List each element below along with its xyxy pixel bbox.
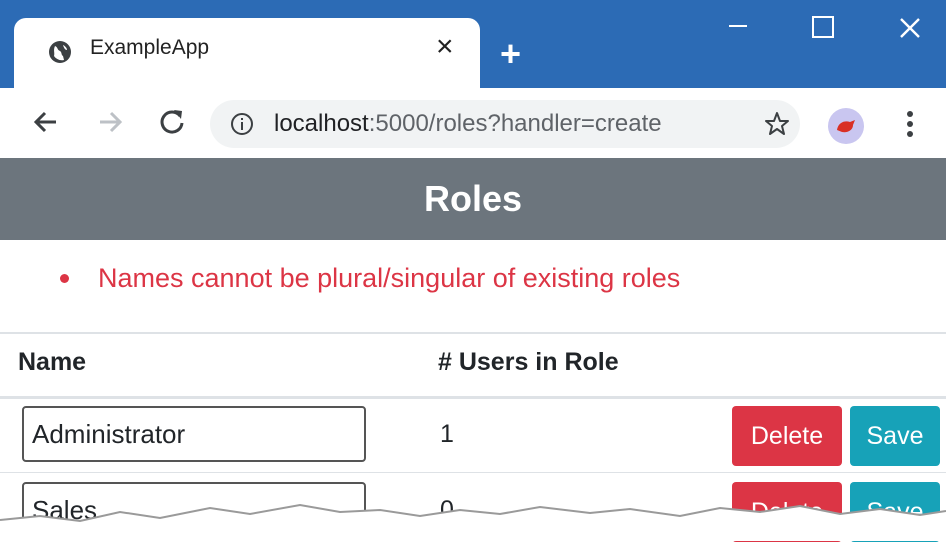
page-header: Roles <box>0 158 946 240</box>
minimize-button[interactable] <box>728 14 748 40</box>
profile-avatar[interactable] <box>828 108 864 144</box>
forward-arrow-icon[interactable] <box>94 106 126 138</box>
bird-avatar-icon <box>837 120 855 133</box>
divider <box>0 332 946 334</box>
new-tab-button[interactable]: + <box>500 36 521 72</box>
browser-toolbar: localhost:5000/roles?handler=create <box>0 88 946 159</box>
reload-icon[interactable] <box>156 106 188 138</box>
table-header-divider <box>0 396 946 399</box>
browser-tab[interactable]: ExampleApp × <box>14 18 480 88</box>
row-divider <box>0 472 946 473</box>
torn-edge-decoration <box>0 503 946 541</box>
validation-error: Names cannot be plural/singular of exist… <box>60 258 680 298</box>
more-menu-icon[interactable] <box>900 108 920 140</box>
close-icon <box>900 18 920 38</box>
url-path: :5000/roles?handler=create <box>368 110 662 137</box>
url-text[interactable]: localhost:5000/roles?handler=create <box>274 110 662 138</box>
tab-title: ExampleApp <box>90 36 210 59</box>
maximize-button[interactable] <box>812 8 834 38</box>
back-arrow-icon[interactable] <box>30 106 62 138</box>
browser-titlebar: ExampleApp × + <box>0 0 946 88</box>
delete-button[interactable]: Delete <box>732 406 842 466</box>
role-name-input[interactable] <box>22 406 366 462</box>
validation-error-text: Names cannot be plural/singular of exist… <box>98 263 681 293</box>
column-header-name: Name <box>18 348 87 376</box>
page-title: Roles <box>423 178 523 219</box>
tab-close-button[interactable]: × <box>436 32 454 62</box>
address-bar[interactable]: localhost:5000/roles?handler=create <box>210 100 800 148</box>
column-header-users: # Users in Role <box>438 348 619 376</box>
save-button[interactable]: Save <box>850 406 940 466</box>
bookmark-star-icon[interactable] <box>763 110 791 138</box>
maximize-icon <box>812 16 834 38</box>
globe-icon <box>49 41 71 63</box>
minimize-icon <box>729 25 747 27</box>
window-close-button[interactable] <box>898 8 922 44</box>
users-count: 1 <box>440 420 454 448</box>
bullet-icon <box>60 274 69 283</box>
info-icon[interactable] <box>230 112 254 136</box>
validation-summary: Names cannot be plural/singular of exist… <box>60 258 680 298</box>
url-host: localhost <box>274 110 369 137</box>
